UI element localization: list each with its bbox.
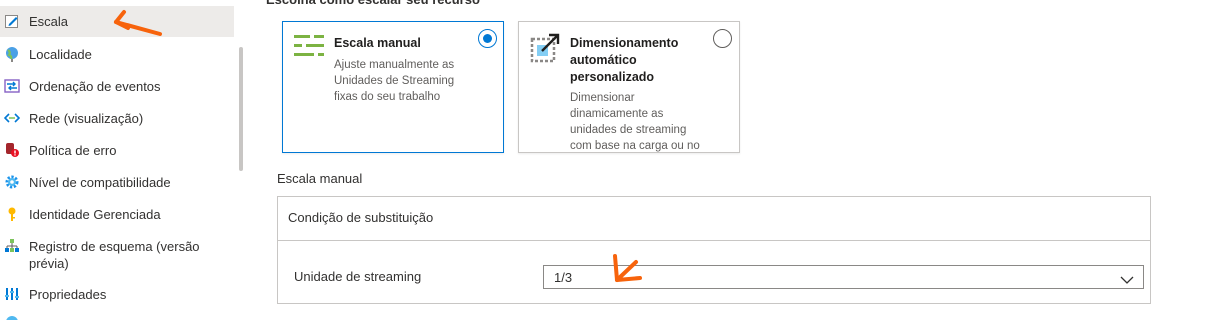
option-card-manual-scale[interactable]: Escala manual Ajuste manualmente as Unid… bbox=[282, 21, 504, 153]
sidebar-item-label: Localidade bbox=[29, 47, 92, 62]
sidebar-item-rede[interactable]: Rede (visualização) bbox=[0, 110, 234, 127]
sidebar-item-registro-esquema[interactable]: Registro de esquema (versão prévia) bbox=[0, 238, 234, 272]
sidebar-item-label: Ordenação de eventos bbox=[29, 79, 161, 94]
sidebar-item-label: Identidade Gerenciada bbox=[29, 207, 161, 222]
event-ordering-icon bbox=[4, 78, 20, 94]
panel-header-title: Condição de substituição bbox=[288, 210, 434, 225]
option-title: Escala manual bbox=[334, 36, 421, 50]
sidebar-item-label: Nível de compatibilidade bbox=[29, 175, 171, 190]
manual-scale-icon bbox=[294, 33, 326, 63]
streaming-unit-label: Unidade de streaming bbox=[294, 269, 422, 284]
manual-scale-radio[interactable] bbox=[478, 29, 497, 48]
option-desc-line: fixas do seu trabalho bbox=[334, 91, 441, 103]
sidebar-item-identidade[interactable]: Identidade Gerenciada bbox=[0, 206, 234, 223]
option-desc-line: com base na carga ou no bbox=[570, 140, 700, 152]
dropdown-value: 1/3 bbox=[554, 270, 573, 285]
autoscale-icon bbox=[530, 33, 562, 63]
edit-scale-icon bbox=[4, 13, 20, 29]
gear-icon bbox=[4, 174, 20, 190]
section-label: Escala manual bbox=[277, 171, 363, 186]
sidebar-item-escala[interactable]: Escala bbox=[0, 6, 234, 37]
sidebar-item-compatibilidade[interactable]: Nível de compatibilidade bbox=[0, 174, 234, 191]
option-title-line: personalizado bbox=[570, 70, 655, 84]
sidebar-item-localidade[interactable]: Localidade bbox=[0, 46, 234, 63]
sidebar-item-propriedades[interactable]: Propriedades bbox=[0, 286, 234, 303]
sidebar-item-politica-erro[interactable]: Política de erro bbox=[0, 142, 234, 159]
sidebar-item-label: Propriedades bbox=[29, 287, 107, 302]
option-title-line: Dimensionamento bbox=[570, 36, 679, 50]
option-desc-line: Ajuste manualmente as bbox=[334, 59, 455, 71]
option-desc-line: dinamicamente as bbox=[570, 108, 664, 120]
sidebar-item-label: Registro de esquema (versão prévia) bbox=[29, 239, 200, 271]
key-icon bbox=[4, 206, 20, 222]
option-desc-line: Dimensionar bbox=[570, 92, 635, 104]
page-heading: Escolha como escalar seu recurso bbox=[266, 0, 480, 8]
manual-scale-panel: Condição de substituição Unidade de stre… bbox=[277, 196, 1151, 304]
option-desc-line: unidades de streaming bbox=[570, 124, 687, 136]
sidebar-item-label: Política de erro bbox=[29, 143, 117, 158]
option-title-line: automático bbox=[570, 53, 637, 67]
sidebar-scrollbar[interactable] bbox=[239, 47, 243, 171]
option-card-autoscale[interactable]: Dimensionamento automático personalizado… bbox=[518, 21, 740, 153]
panel-header: Condição de substituição bbox=[278, 197, 1150, 241]
chevron-down-icon bbox=[1120, 272, 1134, 284]
sidebar-nav: Escala Localidade Ordenação de eventos R… bbox=[0, 0, 236, 320]
properties-icon bbox=[4, 286, 20, 302]
network-icon bbox=[3, 110, 21, 126]
sidebar-item-ordenacao[interactable]: Ordenação de eventos bbox=[0, 78, 234, 95]
streaming-unit-dropdown[interactable]: 1/3 bbox=[543, 265, 1144, 289]
schema-registry-icon bbox=[4, 238, 20, 254]
sidebar-item-label: Escala bbox=[29, 14, 69, 29]
globe-icon bbox=[4, 46, 20, 62]
error-policy-icon bbox=[4, 142, 20, 158]
next-item-icon bbox=[4, 314, 20, 320]
autoscale-radio[interactable] bbox=[713, 29, 732, 48]
sidebar-item-label: Rede (visualização) bbox=[29, 111, 144, 126]
option-desc-line: Unidades de Streaming bbox=[334, 75, 455, 87]
